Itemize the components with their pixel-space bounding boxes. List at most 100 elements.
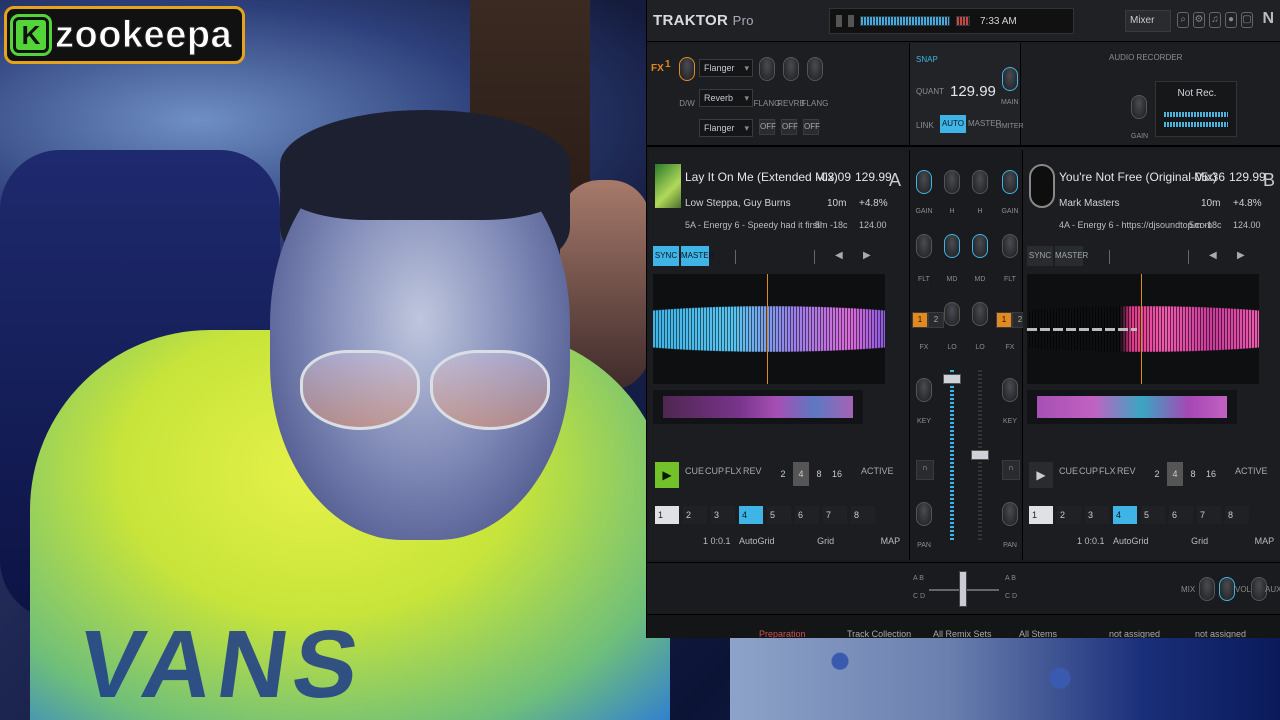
ch-b-hi-knob[interactable] xyxy=(972,170,988,194)
deck-b-hotcue-8[interactable]: 8 xyxy=(1225,506,1249,524)
fx-3-off-button[interactable]: OFF xyxy=(803,119,820,135)
deck-a-hotcue-5[interactable]: 5 xyxy=(767,506,791,524)
deck-a-reverse-button[interactable]: REV xyxy=(743,466,762,476)
ch-a-mid-knob[interactable] xyxy=(944,234,960,258)
fx-1-off-button[interactable]: OFF xyxy=(759,119,776,135)
cue-vol-knob[interactable] xyxy=(1219,577,1235,601)
deck-b-loop-2[interactable]: 2 xyxy=(1149,462,1165,486)
deck-b-reverse-button[interactable]: REV xyxy=(1117,466,1136,476)
ch-b-mid-knob[interactable] xyxy=(972,234,988,258)
deck-a-cue-button[interactable]: CUE xyxy=(685,466,704,476)
deck-b-play-button[interactable]: ▶ xyxy=(1029,462,1053,488)
ch-b-gain-knob[interactable] xyxy=(1002,170,1018,194)
deck-b-hotcue-7[interactable]: 7 xyxy=(1197,506,1221,524)
deck-a-cup-button[interactable]: CUP xyxy=(705,466,724,476)
snap-button[interactable]: SNAP xyxy=(916,55,938,64)
deck-a-grid-button[interactable]: Grid xyxy=(817,536,834,546)
deck-a-tempo-down-icon[interactable]: ◀ xyxy=(835,250,843,261)
main-volume-knob[interactable] xyxy=(1002,67,1018,91)
deck-b-loop-16[interactable]: 16 xyxy=(1203,462,1219,486)
deck-b-stripe[interactable] xyxy=(1027,390,1237,424)
deck-a-hotcue-8[interactable]: 8 xyxy=(851,506,875,524)
ch-b-cue-headphones-icon[interactable]: ∩ xyxy=(1002,460,1020,480)
deck-b-loop-active[interactable]: ACTIVE xyxy=(1235,466,1268,476)
fullscreen-icon[interactable]: ▢ xyxy=(1241,12,1253,28)
deck-b-tempo-down-icon[interactable]: ◀ xyxy=(1209,250,1217,261)
fav-all-remix-sets[interactable]: All Remix Sets xyxy=(933,629,992,638)
record-icon[interactable]: ● xyxy=(1225,12,1237,28)
deck-b-hotcue-6[interactable]: 6 xyxy=(1169,506,1193,524)
headphones-icon[interactable]: ♫ xyxy=(1209,12,1221,28)
deck-a-hotcue-3[interactable]: 3 xyxy=(711,506,735,524)
ch-b-low-knob[interactable] xyxy=(972,302,988,326)
deck-a-hotcue-6[interactable]: 6 xyxy=(795,506,819,524)
ch-b-key-knob[interactable] xyxy=(1002,378,1018,402)
deck-a-sync-button[interactable]: SYNC xyxy=(653,246,679,266)
deck-a-flux-button[interactable]: FLX xyxy=(725,466,742,476)
deck-a-play-button[interactable]: ▶ xyxy=(655,462,679,488)
fav-not-assigned-1[interactable]: not assigned xyxy=(1109,629,1160,638)
fav-preparation[interactable]: Preparation xyxy=(759,629,806,638)
dry-wet-knob[interactable] xyxy=(679,57,695,81)
fx-slot-3-select[interactable]: Flanger xyxy=(699,119,753,137)
ch-b-pan-knob[interactable] xyxy=(1002,502,1018,526)
deck-a-hotcue-2[interactable]: 2 xyxy=(683,506,707,524)
crossfader-handle[interactable] xyxy=(959,571,967,607)
deck-b-master-button[interactable]: MASTER xyxy=(1055,246,1088,266)
fx-knob-3[interactable] xyxy=(807,57,823,81)
deck-b-loop-4[interactable]: 4 xyxy=(1167,462,1183,486)
link-button[interactable]: LINK xyxy=(916,121,934,130)
fx-knob-2[interactable] xyxy=(783,57,799,81)
fav-track-collection[interactable]: Track Collection xyxy=(847,629,911,638)
deck-a-stripe[interactable] xyxy=(653,390,863,424)
ch-a-pan-knob[interactable] xyxy=(916,502,932,526)
deck-a-hotcue-1[interactable]: 1 xyxy=(655,506,679,524)
deck-b-cue-button[interactable]: CUE xyxy=(1059,466,1078,476)
auto-button[interactable]: AUTO xyxy=(940,115,966,133)
deck-a-tempo-up-icon[interactable]: ▶ xyxy=(863,250,871,261)
deck-a-loop-active[interactable]: ACTIVE xyxy=(861,466,894,476)
search-icon[interactable]: ⌕ xyxy=(1177,12,1189,28)
ch-b-volume-fader[interactable] xyxy=(971,450,989,460)
deck-b-tempo-up-icon[interactable]: ▶ xyxy=(1237,250,1245,261)
ch-b-filter-knob[interactable] xyxy=(1002,234,1018,258)
deck-b-cup-button[interactable]: CUP xyxy=(1079,466,1098,476)
deck-b-autogrid-button[interactable]: AutoGrid xyxy=(1113,536,1149,546)
ch-a-fx-assign-1[interactable]: 1 xyxy=(912,312,928,328)
deck-b-loop-8[interactable]: 8 xyxy=(1185,462,1201,486)
deck-a-map-button[interactable]: MAP xyxy=(881,536,901,546)
fx-slot-2-select[interactable]: Reverb xyxy=(699,89,753,107)
deck-b-hotcue-5[interactable]: 5 xyxy=(1141,506,1165,524)
quant-button[interactable]: QUANT xyxy=(916,87,944,96)
ch-a-low-knob[interactable] xyxy=(944,302,960,326)
layout-select[interactable]: Mixer xyxy=(1125,10,1171,32)
deck-a-hotcue-7[interactable]: 7 xyxy=(823,506,847,524)
deck-b-sync-button[interactable]: SYNC xyxy=(1027,246,1053,266)
deck-a-autogrid-button[interactable]: AutoGrid xyxy=(739,536,775,546)
deck-a-loop-2[interactable]: 2 xyxy=(775,462,791,486)
cue-mix-knob[interactable] xyxy=(1199,577,1215,601)
fx-knob-1[interactable] xyxy=(759,57,775,81)
ch-a-cue-headphones-icon[interactable]: ∩ xyxy=(916,460,934,480)
recorder-gain-knob[interactable] xyxy=(1131,95,1147,119)
ch-a-filter-knob[interactable] xyxy=(916,234,932,258)
fav-not-assigned-2[interactable]: not assigned xyxy=(1195,629,1246,638)
deck-b-waveform[interactable] xyxy=(1027,274,1259,384)
deck-b-flux-button[interactable]: FLX xyxy=(1099,466,1116,476)
ch-a-key-knob[interactable] xyxy=(916,378,932,402)
ch-a-volume-fader[interactable] xyxy=(943,374,961,384)
gear-icon[interactable]: ⚙ xyxy=(1193,12,1205,28)
fav-all-stems[interactable]: All Stems xyxy=(1019,629,1057,638)
deck-b-grid-button[interactable]: Grid xyxy=(1191,536,1208,546)
deck-a-waveform[interactable] xyxy=(653,274,885,384)
deck-b-hotcue-2[interactable]: 2 xyxy=(1057,506,1081,524)
deck-b-hotcue-3[interactable]: 3 xyxy=(1085,506,1109,524)
deck-b-map-button[interactable]: MAP xyxy=(1255,536,1275,546)
deck-a-master-button[interactable]: MASTER xyxy=(681,246,714,266)
ch-a-gain-knob[interactable] xyxy=(916,170,932,194)
deck-a-loop-4[interactable]: 4 xyxy=(793,462,809,486)
deck-a-hotcue-4[interactable]: 4 xyxy=(739,506,763,524)
deck-b-hotcue-4[interactable]: 4 xyxy=(1113,506,1137,524)
ch-a-fx-assign-2[interactable]: 2 xyxy=(928,312,944,328)
deck-a-loop-16[interactable]: 16 xyxy=(829,462,845,486)
